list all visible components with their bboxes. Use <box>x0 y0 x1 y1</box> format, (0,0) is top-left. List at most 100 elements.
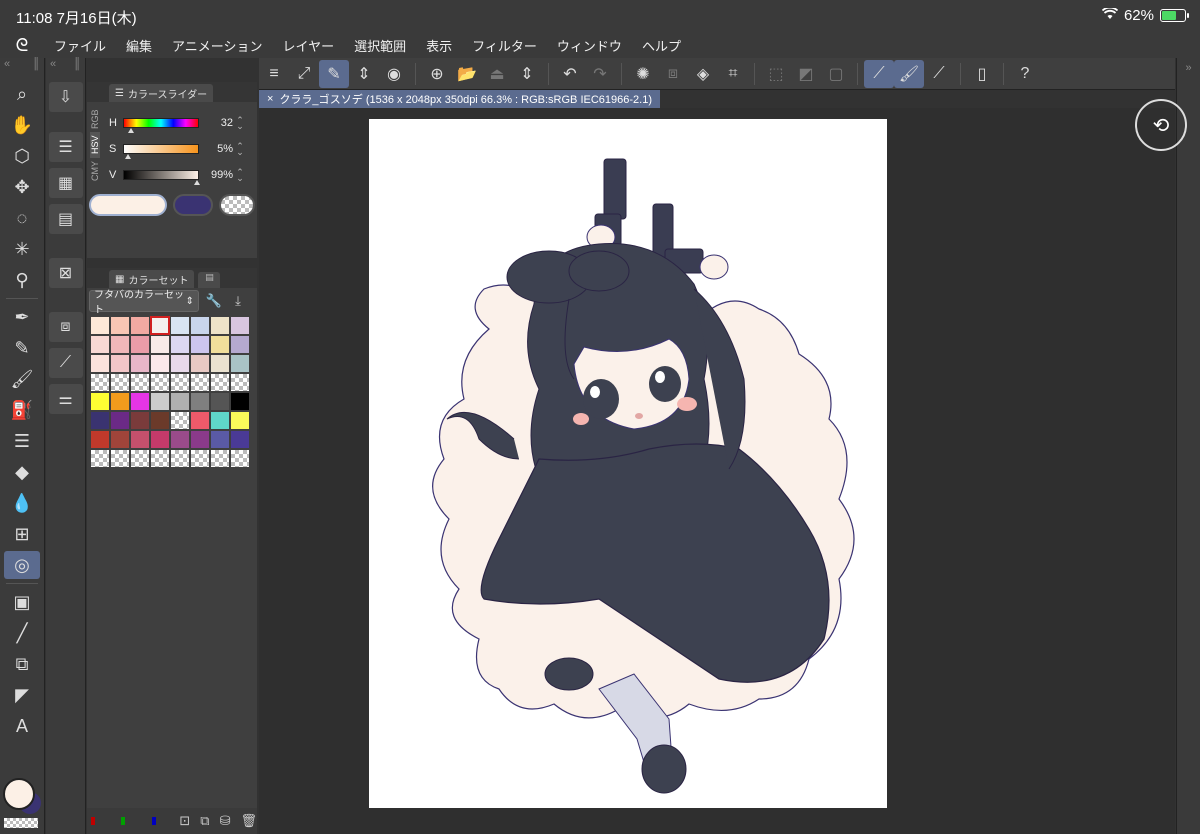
color-swatch[interactable] <box>170 449 190 468</box>
import-icon[interactable]: ⇩ <box>48 82 83 112</box>
color-swatch[interactable] <box>210 354 230 373</box>
help-icon[interactable]: ? <box>1010 60 1040 88</box>
color-swatch[interactable] <box>130 411 150 430</box>
new-color-icon[interactable]: ⊡ <box>179 813 190 829</box>
main-color[interactable] <box>3 778 35 810</box>
grip-icon[interactable]: ║ <box>32 58 40 78</box>
record-icon[interactable]: ◉ <box>379 60 409 88</box>
color-swatch[interactable] <box>130 449 150 468</box>
sub-color-swatch[interactable] <box>173 194 213 216</box>
color-swatch[interactable] <box>90 354 110 373</box>
color-swatch[interactable] <box>190 335 210 354</box>
menu-icon[interactable]: ≡ <box>259 60 289 88</box>
color-swatch[interactable] <box>210 430 230 449</box>
tab-color-slider[interactable]: ☰ カラースライダー <box>109 84 214 102</box>
open-folder-icon[interactable]: 📂 <box>452 60 482 88</box>
pen-icon[interactable]: ✒ <box>4 303 40 331</box>
color-swatch[interactable] <box>230 316 250 335</box>
color-swatch[interactable] <box>90 335 110 354</box>
color-swatch[interactable] <box>170 411 190 430</box>
brush-snap-icon[interactable]: 🖌 <box>894 59 924 88</box>
move-icon[interactable]: ✥ <box>4 173 40 201</box>
chevron-updown-icon[interactable]: ⇕ <box>512 60 542 88</box>
canvas-paper[interactable] <box>369 119 887 808</box>
wrench-icon[interactable]: 🔧 <box>205 293 223 309</box>
color-swatch[interactable] <box>90 316 110 335</box>
app-logo-icon[interactable]: ᘓ <box>0 35 44 56</box>
grip-icon[interactable]: ║ <box>73 58 81 78</box>
crop-icon[interactable]: ⌗ <box>718 60 748 88</box>
color-swatch[interactable] <box>190 373 210 392</box>
device-icon[interactable]: ▯ <box>967 60 997 88</box>
color-swatch[interactable] <box>110 373 130 392</box>
ruler-icon[interactable]: ◤ <box>4 681 40 709</box>
brush-icon[interactable]: 🖌 <box>4 365 40 393</box>
color-swatch[interactable] <box>150 373 170 392</box>
text-icon[interactable]: A <box>4 712 40 740</box>
magic-wand-icon[interactable]: ✳ <box>4 235 40 263</box>
color-swatch[interactable] <box>130 392 150 411</box>
color-slider-tab-icon[interactable]: ☰ <box>48 132 83 162</box>
eraser-icon[interactable]: ◆ <box>4 458 40 486</box>
color-swatch[interactable] <box>150 335 170 354</box>
menu-edit[interactable]: 編集 <box>116 36 162 55</box>
collapse-right-icon[interactable]: » <box>1177 62 1200 74</box>
menu-filter[interactable]: フィルター <box>462 36 547 55</box>
menu-help[interactable]: ヘルプ <box>632 36 691 55</box>
deselect-icon[interactable]: ⬚ <box>761 60 791 88</box>
color-swatch[interactable] <box>170 354 190 373</box>
lasso-icon[interactable]: ◌ <box>4 204 40 232</box>
main-color-swatch[interactable] <box>89 194 167 216</box>
color-swatch[interactable] <box>230 335 250 354</box>
color-swatch[interactable] <box>130 430 150 449</box>
stepper-icon[interactable]: ⌃ ⌄ <box>233 168 247 183</box>
gradient-icon[interactable]: ▣ <box>4 588 40 616</box>
trash-icon[interactable]: 🗑 <box>240 813 257 829</box>
color-swatch[interactable] <box>130 335 150 354</box>
color-swatch[interactable] <box>90 392 110 411</box>
color-swatch[interactable] <box>150 354 170 373</box>
stepper-icon[interactable]: ⌃ ⌄ <box>233 116 247 131</box>
menu-selection[interactable]: 選択範囲 <box>344 36 416 55</box>
invert-selection-icon[interactable]: ◩ <box>791 60 821 88</box>
save-icon[interactable]: ⏏ <box>482 60 512 88</box>
edit-icon[interactable]: ✎ <box>319 59 349 88</box>
slider-s[interactable]: S 5% ⌃ ⌄ <box>109 142 254 159</box>
layer-icon[interactable]: ⧈ <box>48 312 83 342</box>
mode-cmy[interactable]: CMY <box>90 158 100 184</box>
color-swatch[interactable] <box>110 354 130 373</box>
special-ruler-icon[interactable]: ⟋ <box>924 60 954 88</box>
color-swatch[interactable] <box>190 430 210 449</box>
fill-icon[interactable]: ⊞ <box>4 520 40 548</box>
frame-icon[interactable]: ⧉ <box>4 650 40 678</box>
transparent-color[interactable] <box>4 818 38 828</box>
collapse-left-icon[interactable]: « <box>50 58 56 78</box>
color-swatch[interactable] <box>230 373 250 392</box>
color-swatch[interactable] <box>150 449 170 468</box>
loading-icon[interactable]: ✺ <box>628 60 658 88</box>
color-swatch[interactable] <box>210 449 230 468</box>
color-swatch[interactable] <box>110 411 130 430</box>
download-icon[interactable]: ⤓ <box>229 293 247 309</box>
color-swatch[interactable] <box>130 354 150 373</box>
chevron-updown-icon[interactable]: ⇕ <box>349 60 379 88</box>
canvas-area[interactable]: ⟲ <box>259 99 1187 834</box>
color-swatch[interactable] <box>230 411 250 430</box>
redo-icon[interactable]: ↷ <box>585 60 615 88</box>
airbrush-icon[interactable]: ⛽ <box>4 396 40 424</box>
slider-v[interactable]: V 99% ⌃ ⌄ <box>109 168 254 185</box>
color-swatch[interactable] <box>230 354 250 373</box>
color-swatch[interactable] <box>90 373 110 392</box>
color-swatch[interactable] <box>90 411 110 430</box>
color-swatch[interactable] <box>110 430 130 449</box>
menu-file[interactable]: ファイル <box>44 36 116 55</box>
color-swatch[interactable] <box>210 411 230 430</box>
collapse-left-icon[interactable]: « <box>4 58 10 78</box>
blend-icon[interactable]: 💧 <box>4 489 40 517</box>
color-set-select[interactable]: フタバのカラーセット ⇕ <box>89 290 199 316</box>
color-swatch[interactable] <box>110 449 130 468</box>
slider-h[interactable]: H 32 ⌃ ⌄ <box>109 116 254 133</box>
mode-rgb[interactable]: RGB <box>90 106 100 132</box>
tool-property-icon[interactable]: ⚌ <box>48 384 83 414</box>
rotate-canvas-icon[interactable]: ⟲ <box>1135 99 1187 151</box>
